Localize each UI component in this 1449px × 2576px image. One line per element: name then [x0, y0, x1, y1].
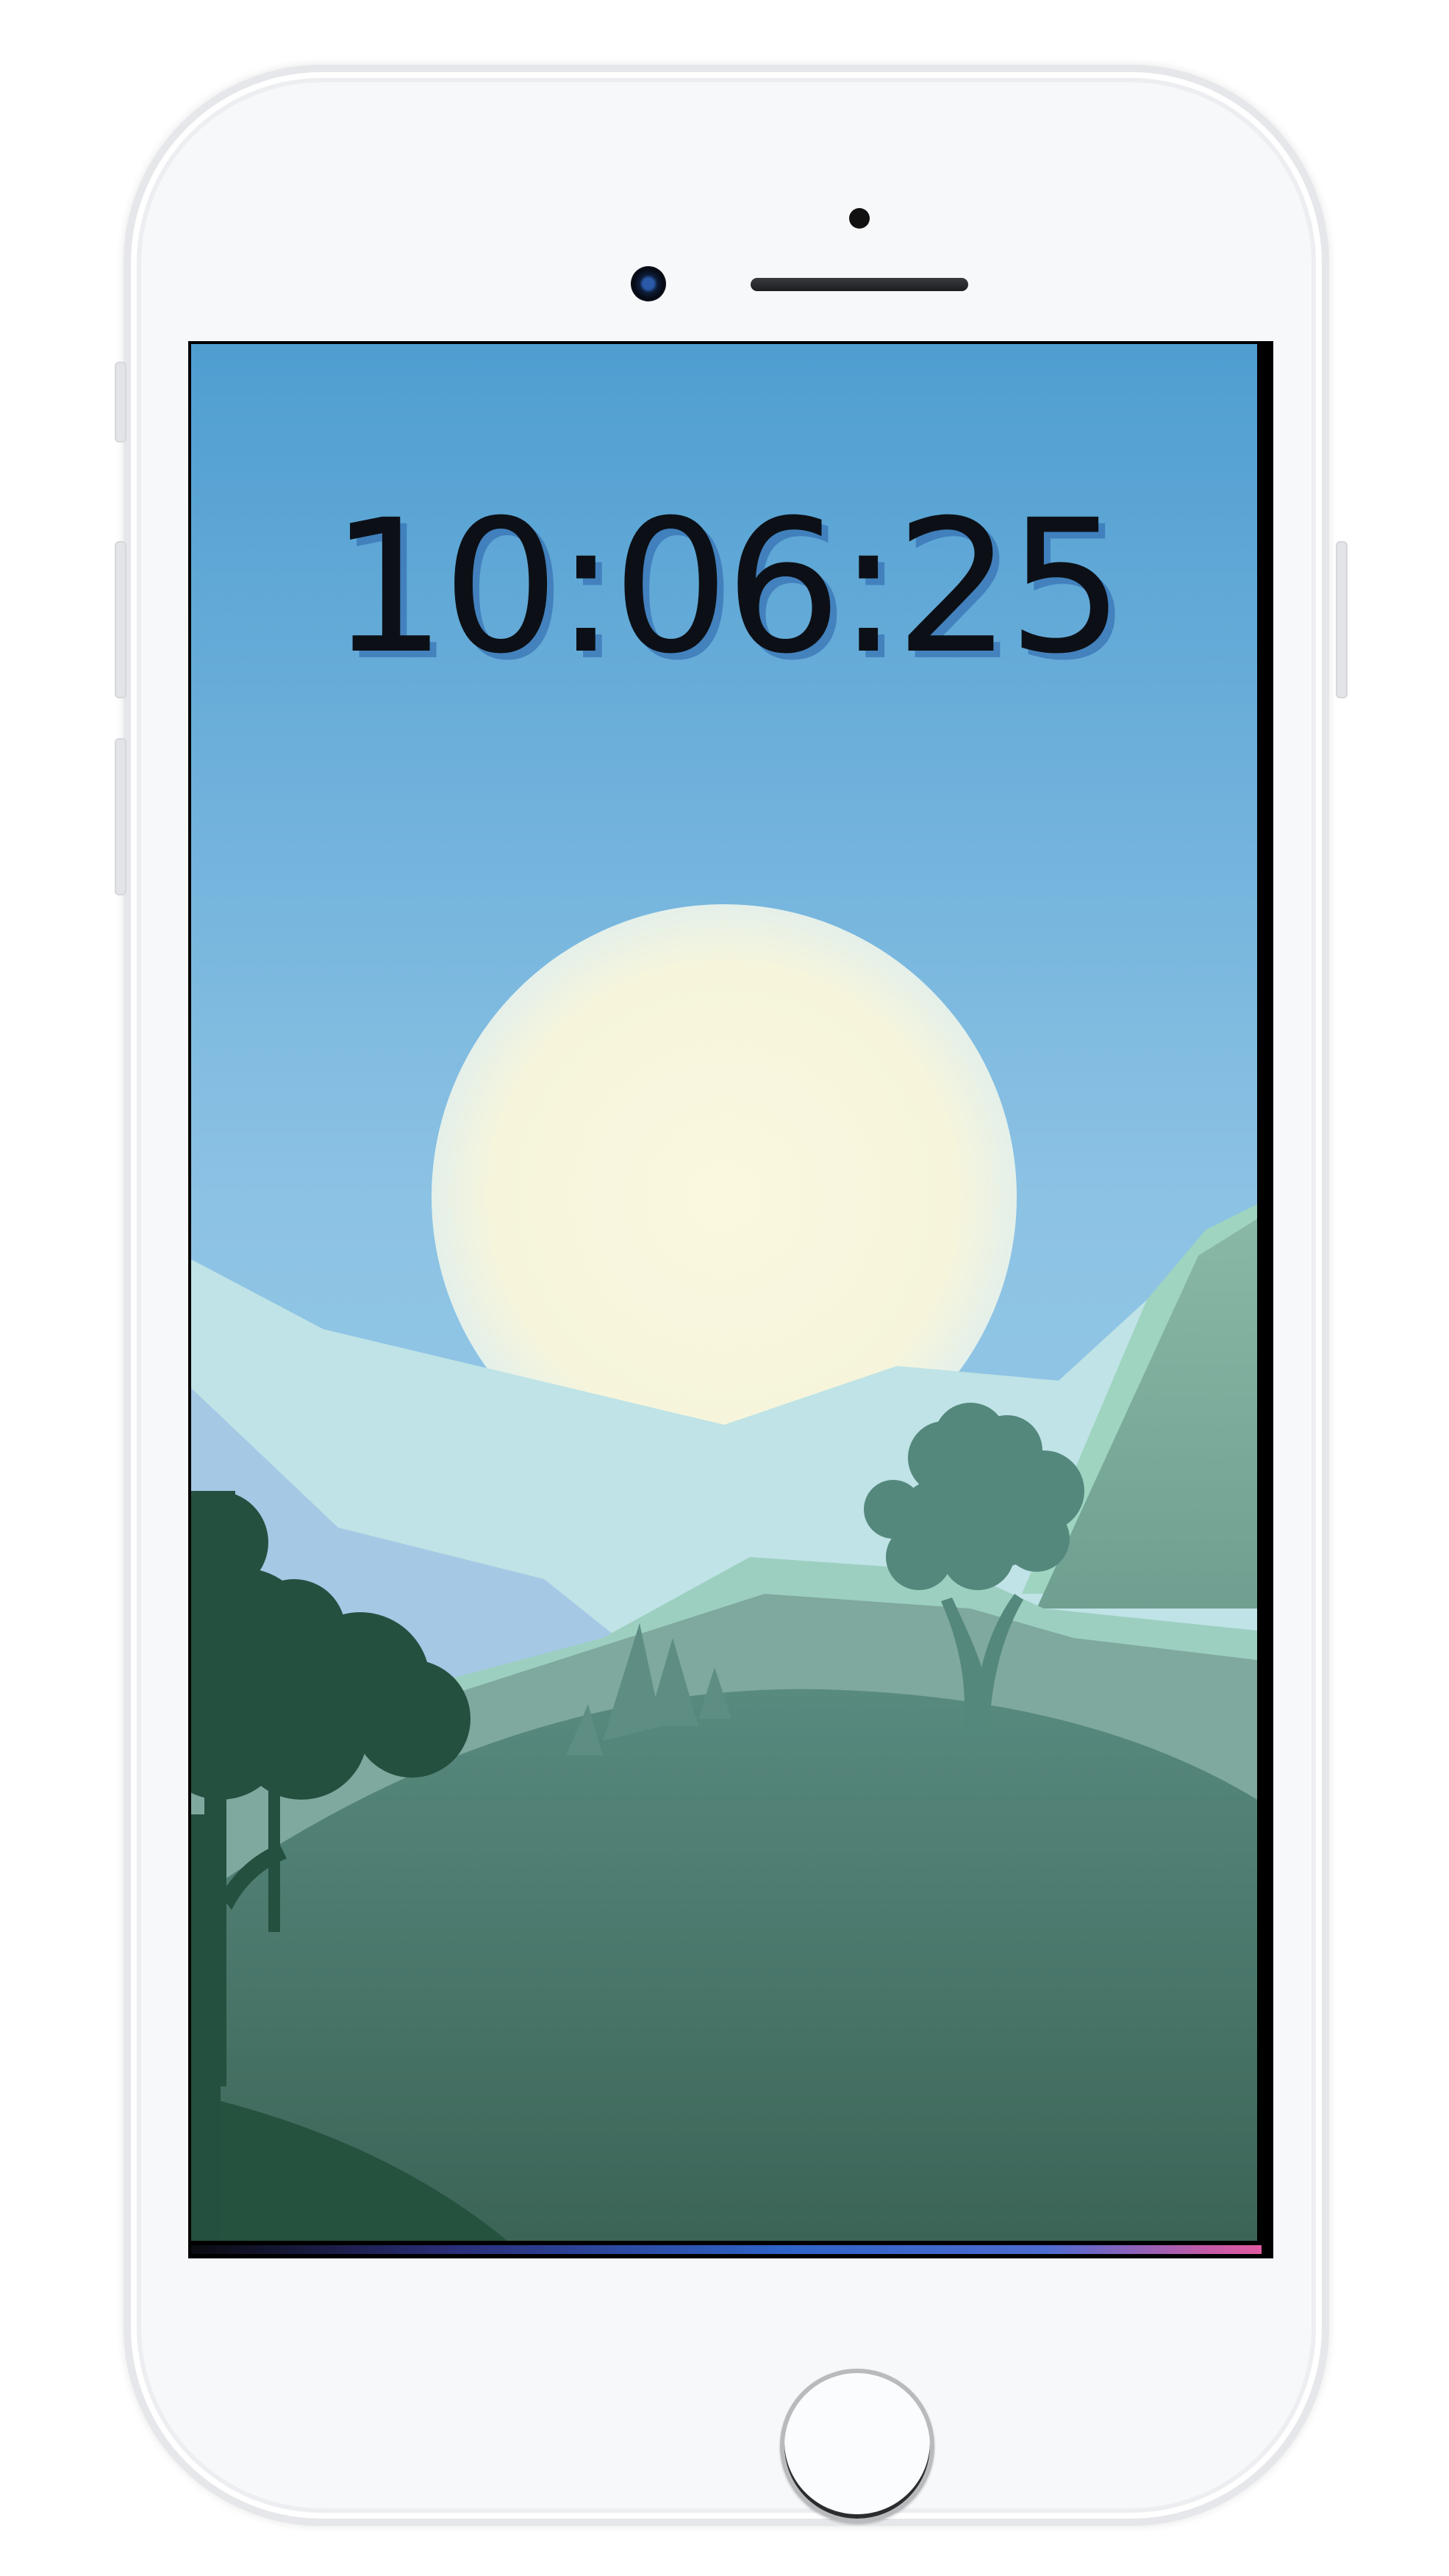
screen-bottom-bar	[191, 2245, 1262, 2254]
tree-left-trunk	[268, 1785, 280, 1932]
proximity-sensor	[849, 208, 870, 229]
mute-switch[interactable]	[115, 362, 126, 443]
earpiece-speaker	[751, 278, 968, 291]
lock-screen-clock: 10:06:25	[329, 480, 1125, 694]
stage: 10:06:25	[0, 0, 1449, 2576]
camera-icon	[631, 266, 666, 301]
power-button[interactable]	[1336, 541, 1348, 698]
volume-up-button[interactable]	[115, 541, 126, 698]
home-button[interactable]	[780, 2369, 934, 2523]
screen: 10:06:25	[188, 341, 1273, 2258]
volume-down-button[interactable]	[115, 738, 126, 895]
